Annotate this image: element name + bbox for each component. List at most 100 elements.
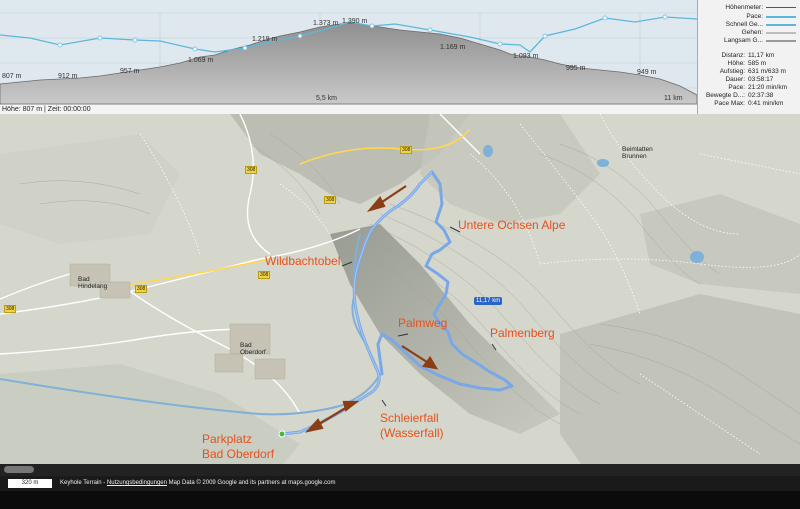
stat-key: Distanz:: [721, 52, 745, 59]
stat-key: Bewegte D...:: [705, 92, 745, 99]
pace-point: [602, 15, 608, 21]
road-number: 308: [400, 146, 413, 154]
stat-ascent: Aufstieg: 631 m/633 m: [698, 68, 799, 76]
elevation-label: 1.093 m: [513, 53, 539, 60]
map-footer: 320 m Keyhole Terrain - Nutzungsbedingun…: [0, 476, 800, 491]
attribution-suffix: Map Data © 2009 Google and its partners …: [166, 480, 336, 486]
distance-label: 5,5 km: [316, 95, 338, 102]
pace-point: [97, 35, 103, 41]
town-label: Bad: [240, 342, 252, 349]
pace-point: [57, 42, 63, 48]
annotation-untere-ochsen-alpe: Untere Ochsen Alpe: [458, 218, 566, 232]
elevation-label: 995 m: [566, 65, 586, 72]
legend-swatch: [766, 24, 796, 26]
stat-value: 21:20 min/km: [748, 84, 788, 91]
track-stats-panel: Höhenmeter: Pace: Schnell Ge... Gehen: L…: [697, 0, 800, 114]
profile-status-bar: Höhe: 807 m | Zeit: 00:00:00: [0, 104, 697, 114]
town-label: Brunnen: [622, 153, 647, 160]
building: [214, 353, 244, 373]
distance-label: 11 km: [664, 95, 683, 102]
legend-label: Langsam G...: [723, 37, 763, 44]
legend-swatch: [766, 32, 796, 34]
legend-swatch: [766, 40, 796, 42]
pace-point: [242, 45, 248, 51]
pace-point: [297, 33, 303, 39]
legend-label: Pace:: [746, 13, 763, 20]
terrain-map[interactable]: 308 308 308 308 308 308 Bad Hindelang Ba…: [0, 114, 800, 491]
scrollbar-thumb[interactable]: [4, 466, 34, 473]
stat-pace-max: Pace Max: 0:41 min/km: [698, 100, 799, 108]
road-number: 308: [258, 271, 271, 279]
pace-point: [427, 27, 433, 33]
building: [254, 358, 286, 380]
stat-value: 11,17 km: [748, 52, 775, 59]
elevation-label: 949 m: [637, 69, 657, 76]
legend-item[interactable]: Schnell Ge...: [698, 21, 799, 29]
stat-key: Pace Max:: [714, 100, 745, 107]
elevation-label: 957 m: [120, 68, 140, 75]
pace-point: [132, 37, 138, 43]
legend-swatch: [766, 7, 796, 8]
stat-pace: Pace: 21:20 min/km: [698, 84, 799, 92]
legend-label: Gehen:: [741, 29, 763, 36]
elevation-profile-chart: [0, 12, 697, 104]
window-bottom-bar: [0, 491, 800, 509]
legend-item[interactable]: Höhenmeter:: [698, 4, 799, 12]
legend-item[interactable]: Langsam G...: [698, 37, 799, 45]
elevation-area: [0, 22, 697, 104]
stat-moving-duration: Bewegte D...: 02:37:38: [698, 92, 799, 100]
lake: [483, 145, 493, 157]
pace-point: [192, 46, 198, 52]
map-attribution: Keyhole Terrain - Nutzungsbedingungen Ma…: [60, 476, 336, 491]
stat-value: 585 m: [748, 60, 767, 67]
legend-item[interactable]: Gehen:: [698, 29, 799, 37]
attribution-prefix: Keyhole Terrain -: [60, 480, 107, 486]
elevation-label: 1.390 m: [342, 18, 368, 25]
stat-value: 631 m/633 m: [748, 68, 786, 75]
stat-duration: Dauer: 03:58:17: [698, 76, 799, 84]
stat-value: 03:58:17: [748, 76, 774, 83]
annotation-bad-oberdorf: Bad Oberdorf: [202, 447, 275, 461]
pace-point: [662, 14, 668, 20]
scale-indicator: 320 m: [8, 479, 52, 488]
stat-distance: Distanz: 11,17 km: [698, 52, 799, 60]
elevation-label: 807 m: [2, 73, 22, 80]
elevation-label: 912 m: [58, 73, 78, 80]
road-number: 308: [324, 196, 337, 204]
stat-key: Pace:: [728, 84, 745, 91]
map-horizontal-scrollbar[interactable]: [0, 464, 800, 476]
legend-label: Schnell Ge...: [725, 21, 763, 28]
stat-value: 02:37:38: [748, 92, 774, 99]
track-distance-badge: 11,17 km: [474, 297, 503, 305]
elevation-label: 1.169 m: [440, 44, 466, 51]
elevation-label: 1.373 m: [313, 20, 339, 27]
annotation-parkplatz: Parkplatz: [202, 432, 253, 446]
annotation-wildbachtobel: Wildbachtobel: [265, 254, 341, 268]
lake: [597, 159, 609, 167]
annotation-schleierfall: Schleierfall: [380, 411, 439, 425]
elevation-label: 1.219 m: [252, 36, 278, 43]
elevation-profile[interactable]: 807 m 912 m 957 m 1.069 m 1.219 m 1.373 …: [0, 0, 697, 104]
terms-link[interactable]: Nutzungsbedingungen: [107, 480, 167, 486]
stat-height: Höhe: 585 m: [698, 60, 799, 68]
road-number: 308: [245, 166, 258, 174]
annotation-palmenberg: Palmenberg: [490, 326, 555, 340]
legend-label: Höhenmeter:: [725, 4, 763, 11]
town-label: Hindelang: [78, 283, 108, 290]
road-number: 308: [4, 305, 17, 313]
legend-swatch: [766, 16, 796, 18]
stat-value: 0:41 min/km: [748, 100, 784, 107]
terrain-shade: [0, 134, 180, 244]
stat-key: Dauer:: [725, 76, 745, 83]
annotation-palmweg: Palmweg: [398, 316, 448, 330]
town-label: Bad: [78, 276, 90, 283]
stat-key: Aufstieg:: [719, 68, 745, 75]
pace-point: [497, 41, 503, 47]
legend-item[interactable]: Pace:: [698, 13, 799, 21]
road-number: 308: [135, 285, 148, 293]
town-label: Oberdorf: [240, 349, 266, 356]
stat-key: Höhe:: [727, 60, 745, 67]
town-label: Beimlatten: [622, 146, 653, 153]
lake: [690, 251, 704, 263]
annotation-wasserfall: (Wasserfall): [380, 426, 444, 440]
